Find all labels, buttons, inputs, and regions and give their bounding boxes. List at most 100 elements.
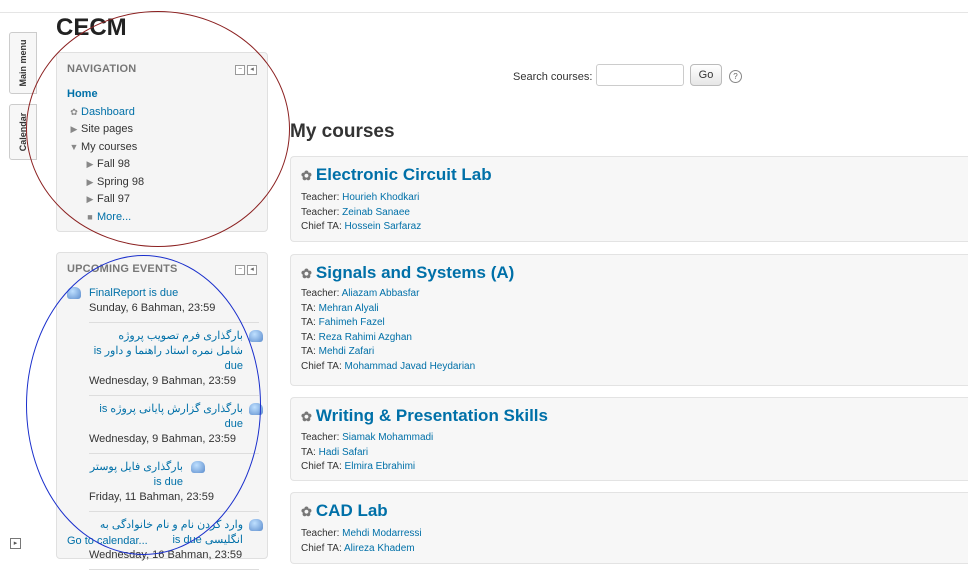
event-item: FinalReport is due Sunday, 6 Bahman, 23:…	[67, 286, 259, 316]
staff-name-link[interactable]: Hourieh Khodkari	[342, 192, 419, 203]
nav-my-courses[interactable]: ▼ My courses	[67, 139, 262, 157]
collapse-icon[interactable]: −	[235, 265, 245, 275]
staff-name-link[interactable]: Reza Rahimi Azghan	[319, 332, 412, 343]
divider	[89, 322, 259, 323]
dashboard-icon: ✿	[70, 106, 78, 117]
event-time: 23:59	[208, 375, 236, 387]
nav-more[interactable]: ■ More...	[67, 209, 262, 227]
staff-role: TA:	[301, 317, 316, 328]
event-date[interactable]: Friday, 11 Bahman,	[89, 491, 183, 503]
staff-role: TA:	[301, 302, 316, 314]
event-date[interactable]: Wednesday, 9 Bahman,	[89, 433, 205, 445]
nav-term-label: Fall 98	[97, 158, 131, 170]
upcoming-events-block: UPCOMING EVENTS − ◂ FinalReport is due Su…	[56, 252, 268, 570]
help-icon[interactable]: ?	[729, 70, 742, 83]
staff-name-link[interactable]: Mehdi Zafari	[319, 346, 375, 357]
event-title[interactable]: بارگذاری فرم تصویب پروژه شامل نمره استاد…	[89, 329, 259, 374]
main-menu-tab[interactable]: Main menu	[9, 32, 37, 94]
course-staff: Teacher: Aliazam Abbasfar TA: Mehran Aly…	[301, 287, 475, 374]
navigation-title: NAVIGATION	[67, 63, 137, 75]
divider	[89, 395, 259, 396]
staff-name-link[interactable]: Hadi Safari	[319, 447, 368, 458]
nav-term-spring-98[interactable]: ▶ Spring 98	[67, 174, 262, 192]
staff-role: Teacher:	[301, 528, 340, 539]
course-icon: ✿	[301, 504, 312, 519]
search-courses-input[interactable]	[596, 64, 684, 86]
staff-role: TA:	[301, 331, 316, 343]
go-to-calendar-link[interactable]: Go to calendar...	[67, 535, 148, 547]
nav-term-label: Fall 97	[97, 193, 131, 205]
navigation-block-controls: − ◂	[235, 65, 257, 75]
staff-name-link[interactable]: Siamak Mohammadi	[342, 432, 433, 443]
event-icon	[249, 403, 263, 415]
staff-name-link[interactable]: Elmira Ebrahimi	[345, 461, 416, 472]
nav-my-courses-label: My courses	[81, 140, 138, 153]
event-icon	[249, 330, 263, 342]
staff-name-link[interactable]: Fahimeh Fazel	[319, 317, 385, 328]
course-title[interactable]: ✿ Electronic Circuit Lab	[301, 165, 492, 185]
dock-icon[interactable]: ◂	[247, 265, 257, 275]
collapse-icon[interactable]: −	[235, 65, 245, 75]
staff-role: Chief TA:	[301, 360, 342, 372]
course-staff: Teacher: Siamak Mohammadi TA: Hadi Safar…	[301, 431, 433, 475]
course-card: ✿ Signals and Systems (A) Teacher: Aliaza…	[290, 254, 968, 386]
calendar-tab[interactable]: Calendar	[9, 104, 37, 160]
staff-role: TA:	[301, 446, 316, 458]
event-date[interactable]: Wednesday, 9 Bahman,	[89, 375, 205, 387]
event-title[interactable]: FinalReport is due	[89, 287, 178, 299]
staff-name-link[interactable]: Mohammad Javad Heydarian	[345, 361, 476, 372]
nav-term-fall-97[interactable]: ▶ Fall 97	[67, 191, 262, 209]
search-go-button[interactable]: Go	[690, 64, 722, 86]
bullet-icon: ■	[87, 211, 93, 222]
staff-name-link[interactable]: Aliazam Abbasfar	[342, 288, 420, 299]
staff-name-link[interactable]: Alireza Khadem	[344, 543, 415, 554]
course-title-text: Signals and Systems (A)	[315, 263, 515, 282]
staff-name-link[interactable]: Zeinab Sanaee	[342, 207, 410, 218]
course-title[interactable]: ✿ Writing & Presentation Skills	[301, 406, 548, 426]
event-time: 23:59	[208, 433, 236, 445]
site-title[interactable]: CECM	[56, 14, 127, 42]
divider	[89, 569, 259, 570]
course-card: ✿ CAD Lab Teacher: Mehdi Modarressi Chief…	[290, 492, 968, 564]
staff-name-link[interactable]: Mehran Alyali	[319, 303, 379, 314]
staff-name-link[interactable]: Mehdi Modarressi	[342, 528, 421, 539]
course-title[interactable]: ✿ Signals and Systems (A)	[301, 263, 514, 283]
dock-expand-icon[interactable]: ▸	[10, 538, 21, 549]
staff-role: Teacher:	[301, 206, 340, 218]
nav-dashboard[interactable]: ✿ Dashboard	[67, 104, 262, 122]
event-item: بارگذاری فایل پوستر is due Friday, 11 Ba…	[67, 460, 259, 505]
nav-term-fall-98[interactable]: ▶ Fall 98	[67, 156, 262, 174]
my-courses-heading: My courses	[290, 121, 395, 142]
nav-site-pages[interactable]: ▶ Site pages	[67, 121, 262, 139]
event-time: 23:59	[186, 491, 214, 503]
staff-role: TA:	[301, 346, 316, 357]
upcoming-events-title: UPCOMING EVENTS	[67, 263, 178, 275]
course-title-text: Electronic Circuit Lab	[315, 165, 492, 184]
event-title[interactable]: بارگذاری فایل پوستر is due	[89, 460, 259, 490]
nav-dashboard-label: Dashboard	[81, 105, 135, 118]
search-courses-label: Search courses:	[513, 71, 593, 83]
staff-role: Chief TA:	[301, 461, 342, 472]
event-title[interactable]: بارگذاری گزارش پایانی پروژه is due	[89, 402, 259, 432]
staff-role: Teacher:	[301, 432, 340, 443]
course-staff: Teacher: Mehdi Modarressi Chief TA: Alir…	[301, 527, 422, 556]
course-title-text: CAD Lab	[315, 501, 388, 520]
event-date[interactable]: Sunday, 6 Bahman,	[89, 302, 185, 314]
course-title[interactable]: ✿ CAD Lab	[301, 501, 388, 521]
course-icon: ✿	[301, 266, 312, 281]
chevron-right-icon: ▶	[86, 194, 94, 204]
staff-role: Teacher:	[301, 192, 340, 203]
event-icon	[67, 287, 81, 299]
event-icon	[249, 519, 263, 531]
course-icon: ✿	[301, 409, 312, 424]
dock-icon[interactable]: ◂	[247, 65, 257, 75]
event-icon	[191, 461, 205, 473]
chevron-down-icon: ▼	[69, 141, 79, 152]
staff-role: Chief TA:	[301, 542, 342, 554]
event-date[interactable]: Wednesday, 16 Bahman,	[89, 549, 212, 561]
divider	[89, 511, 259, 512]
course-card: ✿ Writing & Presentation Skills Teacher: …	[290, 397, 968, 481]
nav-home[interactable]: Home	[67, 86, 262, 104]
staff-name-link[interactable]: Hossein Sarfaraz	[345, 221, 422, 232]
course-staff: Teacher: Hourieh Khodkari Teacher: Zeina…	[301, 191, 421, 235]
